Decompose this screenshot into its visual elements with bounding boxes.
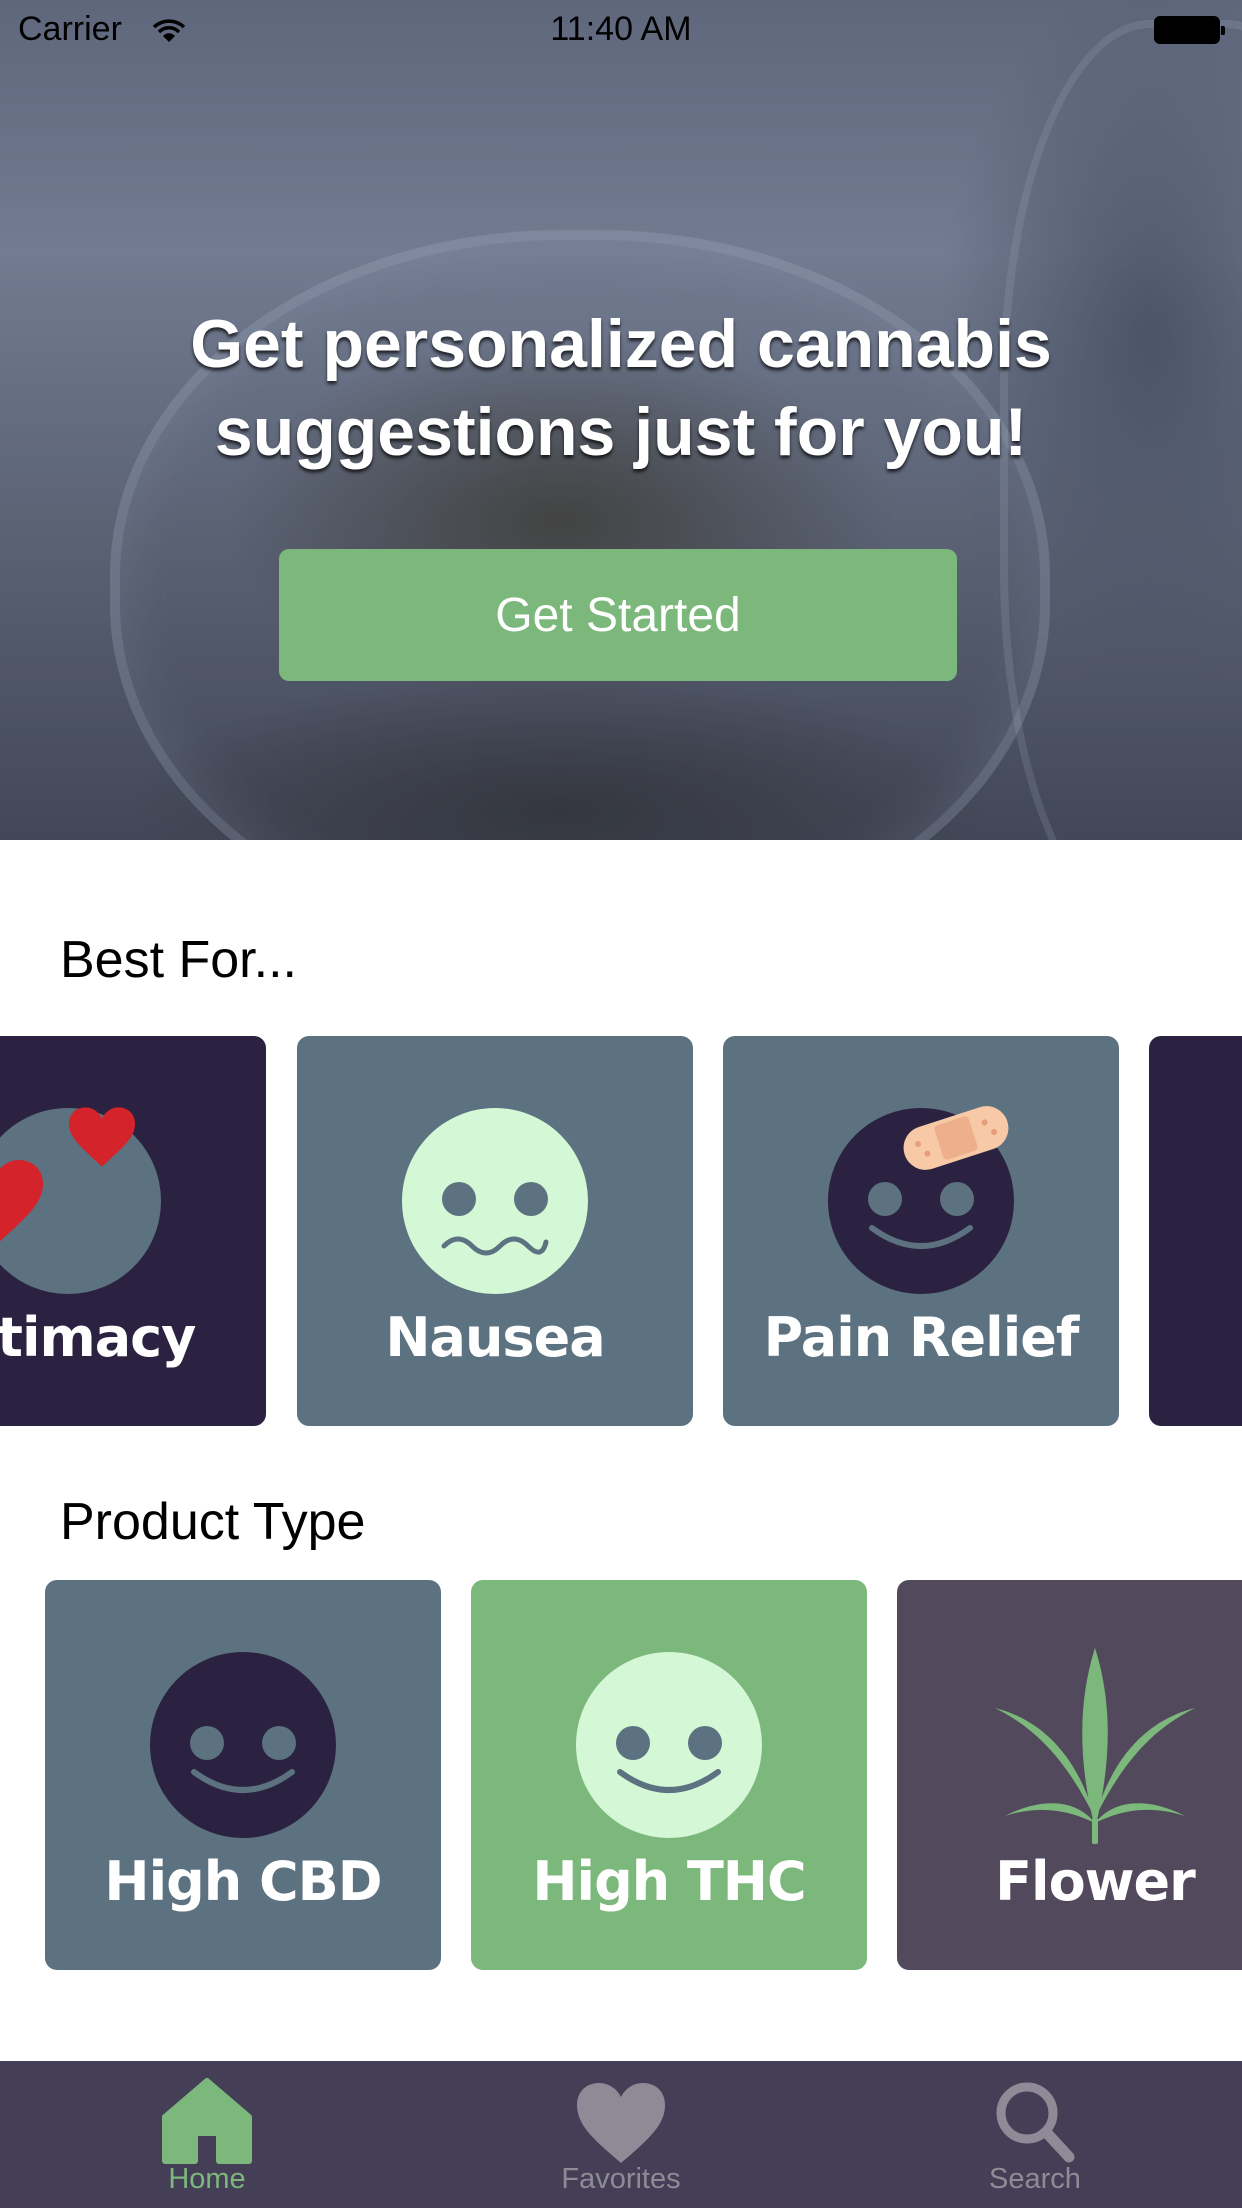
category-label: Pain Relief	[763, 1306, 1080, 1369]
product-label: High CBD	[104, 1850, 382, 1913]
tab-label: Search	[989, 2163, 1081, 2195]
heart-icon	[577, 2083, 665, 2163]
hero-banner: Get personalized cannabis suggestions ju…	[0, 0, 1242, 840]
product-label: High THC	[532, 1850, 806, 1913]
product-card-flower[interactable]: Flower	[897, 1580, 1242, 1970]
category-card-next[interactable]	[1149, 1036, 1242, 1426]
product-type-title: Product Type	[60, 1493, 366, 1551]
tab-search[interactable]: Search	[828, 2061, 1242, 2208]
product-label: Flower	[995, 1850, 1196, 1913]
hearts-icon	[0, 1107, 161, 1294]
search-icon	[996, 2082, 1075, 2163]
status-bar: Carrier 11:40 AM	[0, 0, 1242, 60]
battery-icon	[1154, 16, 1225, 44]
category-label: Intimacy	[0, 1306, 196, 1369]
tab-bar: Home Favorites Search	[0, 2061, 1242, 2208]
bandaged-face-icon	[828, 1106, 1014, 1294]
product-type-row[interactable]: High CBD High THC Flower	[0, 1580, 1242, 1972]
smiley-dark-icon	[150, 1652, 336, 1838]
category-card-pain-relief[interactable]: Pain Relief	[723, 1036, 1119, 1426]
product-card-high-thc[interactable]: High THC	[471, 1580, 867, 1970]
smiley-light-icon	[576, 1652, 762, 1838]
cannabis-leaf-icon	[995, 1648, 1195, 1844]
nauseous-face-icon	[402, 1108, 588, 1294]
status-time: 11:40 AM	[550, 10, 692, 48]
home-icon	[162, 2078, 252, 2164]
category-label: Nausea	[385, 1306, 605, 1369]
best-for-row[interactable]: Intimacy Nausea	[0, 1036, 1242, 1428]
category-card-nausea[interactable]: Nausea	[297, 1036, 693, 1426]
get-started-button[interactable]: Get Started	[279, 549, 957, 681]
best-for-title: Best For...	[60, 931, 297, 989]
tab-home[interactable]: Home	[0, 2061, 414, 2208]
category-card-intimacy[interactable]: Intimacy	[0, 1036, 266, 1426]
tab-favorites[interactable]: Favorites	[414, 2061, 828, 2208]
tab-label: Favorites	[561, 2163, 681, 2195]
product-card-high-cbd[interactable]: High CBD	[45, 1580, 441, 1970]
tab-label: Home	[168, 2163, 246, 2195]
hero-title: Get personalized cannabis suggestions ju…	[190, 306, 1052, 470]
